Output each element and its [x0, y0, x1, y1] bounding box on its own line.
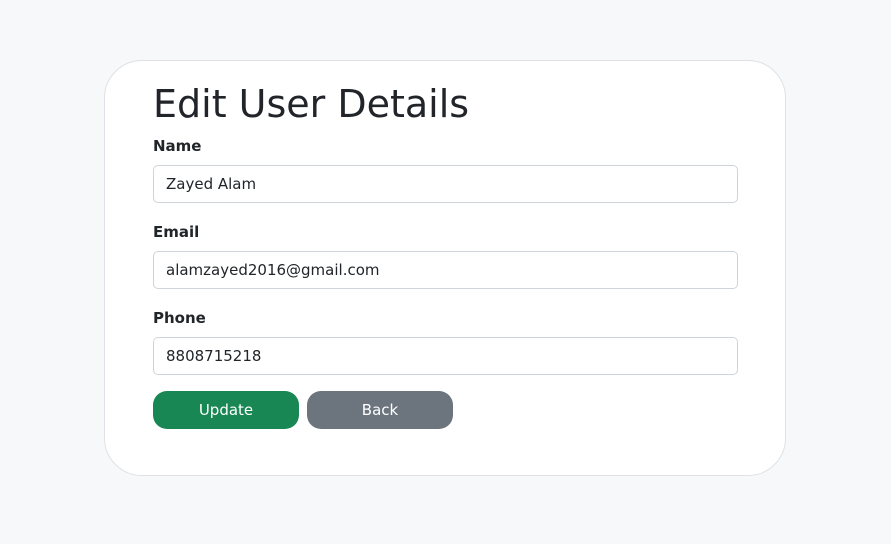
email-input[interactable] [153, 251, 738, 289]
name-label: Name [153, 137, 202, 155]
edit-user-card: Edit User Details Name Email Phone Updat… [104, 60, 786, 476]
name-input[interactable] [153, 165, 738, 203]
back-button[interactable]: Back [307, 391, 453, 429]
page-title: Edit User Details [153, 82, 470, 126]
phone-label: Phone [153, 309, 206, 327]
email-label: Email [153, 223, 200, 241]
phone-input[interactable] [153, 337, 738, 375]
update-button[interactable]: Update [153, 391, 299, 429]
